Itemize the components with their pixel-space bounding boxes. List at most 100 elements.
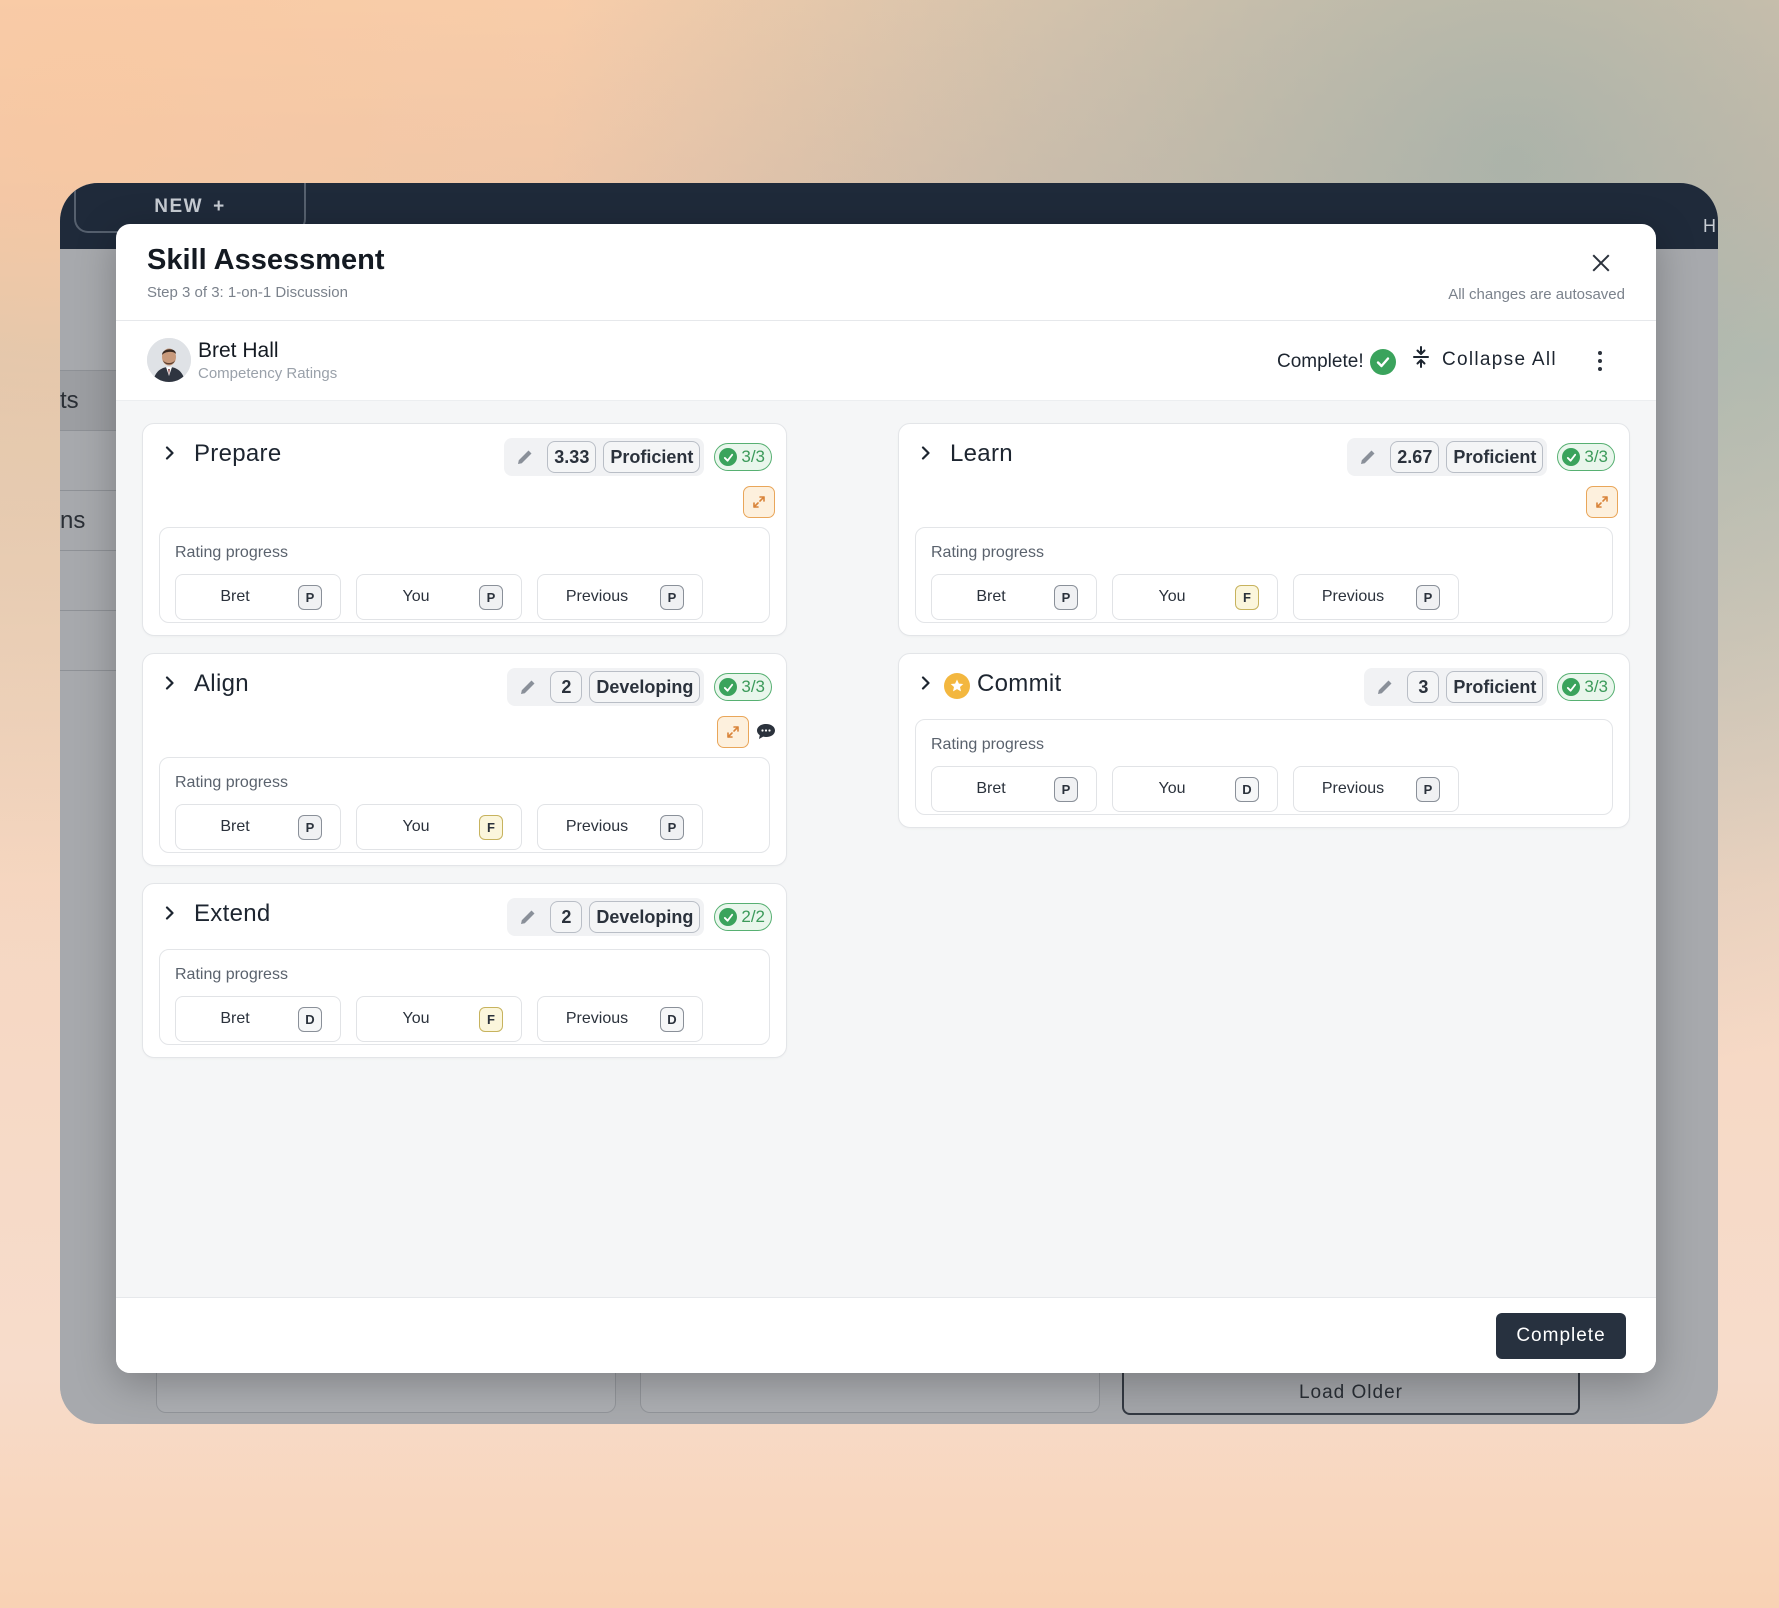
pencil-icon[interactable] bbox=[1353, 441, 1383, 473]
rater-name: You bbox=[1158, 780, 1186, 797]
competency-title: Commit bbox=[977, 670, 1062, 697]
score-group: 3 Proficient bbox=[1364, 668, 1548, 706]
rating-chip-previous[interactable]: Previous P bbox=[1293, 766, 1459, 812]
modal-footer: Complete bbox=[116, 1297, 1656, 1373]
rater-name: You bbox=[402, 588, 430, 605]
new-tab-label: NEW bbox=[154, 196, 204, 217]
score-badge: 2 bbox=[550, 671, 583, 703]
sidebar-item-label: ts bbox=[60, 386, 79, 414]
competency-badges: 2.67 Proficient 3/3 bbox=[1347, 438, 1615, 476]
avatar bbox=[147, 338, 191, 382]
rating-progress: Rating progress Bret P You F Previous P bbox=[159, 757, 770, 853]
modal-step: Step 3 of 3: 1-on-1 Discussion bbox=[147, 284, 348, 301]
competency-title: Learn bbox=[950, 440, 1013, 467]
completion-count: 3/3 bbox=[1584, 447, 1608, 466]
sidebar-item[interactable]: ns bbox=[60, 491, 120, 551]
kebab-menu-icon[interactable] bbox=[1595, 351, 1605, 373]
check-circle-icon bbox=[719, 908, 738, 926]
level-badge: Proficient bbox=[603, 441, 701, 473]
competency-card-extend: Extend 2 Developing 2/2 Rating progress … bbox=[142, 883, 787, 1058]
rater-name: Previous bbox=[565, 1010, 629, 1027]
competency-card-align: Align 2 Developing 3/3 Rating progress B… bbox=[142, 653, 787, 866]
rating-chip-you[interactable]: You F bbox=[1112, 574, 1278, 620]
rating-chip-previous[interactable]: Previous P bbox=[537, 804, 703, 850]
rating-chips: Bret P You D Previous P bbox=[931, 766, 1459, 812]
chevron-right-icon[interactable] bbox=[163, 906, 177, 920]
rating-chip-you[interactable]: You P bbox=[356, 574, 522, 620]
check-circle-icon bbox=[719, 448, 738, 466]
rater-name: You bbox=[402, 1010, 430, 1027]
rating-chip-bret[interactable]: Bret P bbox=[175, 574, 341, 620]
rater-name: Previous bbox=[565, 818, 629, 835]
rating-tag: P bbox=[1416, 777, 1440, 802]
rating-tag: P bbox=[660, 585, 684, 610]
rater-name: Bret bbox=[220, 1010, 250, 1027]
rating-tag: P bbox=[1416, 585, 1440, 610]
rating-chip-previous[interactable]: Previous D bbox=[537, 996, 703, 1042]
sidebar-item-active[interactable]: ts bbox=[60, 371, 120, 431]
load-older-button[interactable]: Load Older bbox=[1122, 1373, 1580, 1415]
sidebar-item bbox=[60, 311, 120, 371]
check-circle-icon bbox=[1369, 349, 1396, 375]
expand-icon[interactable] bbox=[717, 716, 749, 748]
completion-count: 3/3 bbox=[741, 447, 765, 466]
rating-chip-previous[interactable]: Previous P bbox=[537, 574, 703, 620]
level-badge: Developing bbox=[589, 671, 701, 703]
score-group: 3.33 Proficient bbox=[504, 438, 705, 476]
background-card bbox=[640, 1373, 1100, 1413]
collapse-all-button[interactable]: Collapse All bbox=[1412, 346, 1557, 374]
rating-chip-bret[interactable]: Bret P bbox=[931, 766, 1097, 812]
rating-chip-previous[interactable]: Previous P bbox=[1293, 574, 1459, 620]
rating-chip-bret[interactable]: Bret D bbox=[175, 996, 341, 1042]
score-group: 2 Developing bbox=[507, 668, 705, 706]
rating-tag: F bbox=[479, 1007, 503, 1032]
plus-icon: + bbox=[213, 196, 226, 217]
completion-count-badge: 2/2 bbox=[714, 903, 772, 931]
chevron-right-icon[interactable] bbox=[163, 446, 177, 460]
expand-icon[interactable] bbox=[743, 486, 775, 518]
complete-button[interactable]: Complete bbox=[1496, 1313, 1626, 1359]
score-badge: 2 bbox=[550, 901, 583, 933]
user-role: Competency Ratings bbox=[198, 365, 338, 382]
rating-tag: D bbox=[660, 1007, 684, 1032]
rater-name: Previous bbox=[1321, 780, 1385, 797]
rating-tag: F bbox=[1235, 585, 1259, 610]
pencil-icon[interactable] bbox=[1370, 671, 1400, 703]
rater-name: You bbox=[1158, 588, 1186, 605]
autosave-note: All changes are autosaved bbox=[1448, 286, 1625, 303]
comment-icon[interactable] bbox=[755, 722, 777, 742]
pencil-icon[interactable] bbox=[510, 441, 540, 473]
competency-badges: 3 Proficient 3/3 bbox=[1364, 668, 1615, 706]
sidebar-item bbox=[60, 611, 120, 671]
rating-chip-you[interactable]: You D bbox=[1112, 766, 1278, 812]
rating-chip-bret[interactable]: Bret P bbox=[931, 574, 1097, 620]
rating-progress: Rating progress Bret P You D Previous P bbox=[915, 719, 1613, 815]
rater-name: Bret bbox=[220, 588, 250, 605]
score-group: 2.67 Proficient bbox=[1347, 438, 1548, 476]
competency-card-prepare: Prepare 3.33 Proficient 3/3 Rating progr… bbox=[142, 423, 787, 636]
close-icon[interactable] bbox=[1588, 250, 1614, 276]
rating-chips: Bret P You F Previous P bbox=[175, 804, 703, 850]
rating-chip-you[interactable]: You F bbox=[356, 804, 522, 850]
competency-badges: 2 Developing 3/3 bbox=[507, 668, 772, 706]
chevron-right-icon[interactable] bbox=[919, 676, 933, 690]
chevron-right-icon[interactable] bbox=[163, 676, 177, 690]
rating-tag: P bbox=[479, 585, 503, 610]
rating-chip-bret[interactable]: Bret P bbox=[175, 804, 341, 850]
pencil-icon[interactable] bbox=[513, 901, 543, 933]
chevron-right-icon[interactable] bbox=[919, 446, 933, 460]
expand-icon[interactable] bbox=[1586, 486, 1618, 518]
rating-tag: D bbox=[1235, 777, 1259, 802]
completion-count-badge: 3/3 bbox=[1557, 443, 1615, 471]
rating-tag: F bbox=[479, 815, 503, 840]
rating-progress: Rating progress Bret P You P Previous P bbox=[159, 527, 770, 623]
rater-name: Previous bbox=[565, 588, 629, 605]
completion-count-badge: 3/3 bbox=[714, 673, 772, 701]
pencil-icon[interactable] bbox=[513, 671, 543, 703]
score-group: 2 Developing bbox=[507, 898, 705, 936]
rating-chip-you[interactable]: You F bbox=[356, 996, 522, 1042]
rating-progress: Rating progress Bret P You F Previous P bbox=[915, 527, 1613, 623]
competency-card-commit: Commit 3 Proficient 3/3 Rating progress … bbox=[898, 653, 1630, 828]
level-badge: Developing bbox=[589, 901, 701, 933]
rating-tag: P bbox=[1054, 585, 1078, 610]
